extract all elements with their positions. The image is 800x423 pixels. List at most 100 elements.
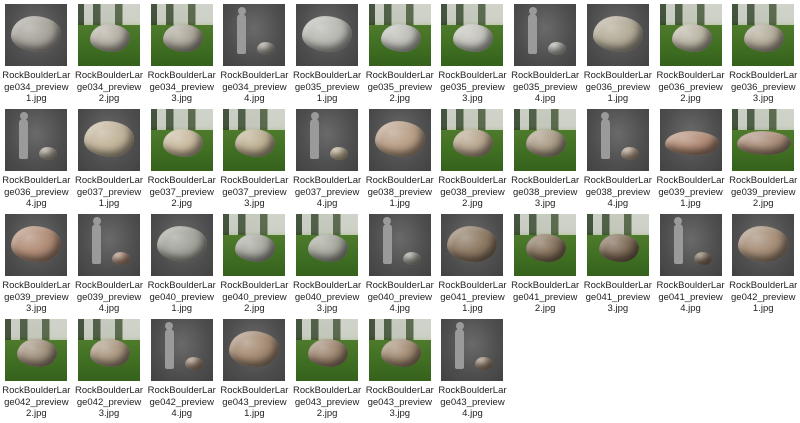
file-item[interactable]: RockBoulderLarge039_preview3.jpg <box>0 212 73 317</box>
file-name-label: RockBoulderLarge042_preview3.jpg <box>74 385 144 419</box>
file-item[interactable]: RockBoulderLarge039_preview4.jpg <box>73 212 146 317</box>
thumbnail-image[interactable] <box>732 214 795 276</box>
thumbnail-image[interactable] <box>5 4 68 66</box>
thumbnail-image[interactable] <box>78 319 141 381</box>
rock-preview-shape <box>402 252 421 265</box>
thumbnail-image[interactable] <box>150 109 213 171</box>
file-item[interactable]: RockBoulderLarge041_preview2.jpg <box>509 212 582 317</box>
file-item[interactable]: RockBoulderLarge041_preview1.jpg <box>436 212 509 317</box>
thumbnail-image[interactable] <box>514 109 577 171</box>
file-item[interactable]: RockBoulderLarge034_preview4.jpg <box>218 2 291 107</box>
file-name-label: RockBoulderLarge037_preview2.jpg <box>147 175 216 209</box>
thumbnail-image[interactable] <box>5 319 68 381</box>
file-item[interactable]: RockBoulderLarge036_preview4.jpg <box>0 107 73 212</box>
file-name-label: RockBoulderLarge041_preview3.jpg <box>583 280 652 314</box>
thumbnail-image[interactable] <box>659 4 722 66</box>
file-name-label: RockBoulderLarge042_preview4.jpg <box>147 385 216 419</box>
thumbnail-image[interactable] <box>296 319 359 381</box>
file-item[interactable]: RockBoulderLarge043_preview2.jpg <box>291 317 364 422</box>
thumbnail-image[interactable] <box>586 109 649 171</box>
file-item[interactable]: RockBoulderLarge036_preview2.jpg <box>654 2 727 107</box>
rock-preview-shape <box>453 129 494 157</box>
thumbnail-image[interactable] <box>732 109 795 171</box>
thumbnail-image[interactable] <box>514 4 577 66</box>
file-name-label: RockBoulderLarge034_preview1.jpg <box>2 70 71 104</box>
file-item[interactable]: RockBoulderLarge035_preview2.jpg <box>363 2 436 107</box>
thumbnail-image[interactable] <box>5 214 68 276</box>
file-item[interactable]: RockBoulderLarge043_preview4.jpg <box>436 317 509 422</box>
file-name-label: RockBoulderLarge040_preview1.jpg <box>147 280 216 314</box>
file-item[interactable]: RockBoulderLarge040_preview3.jpg <box>291 212 364 317</box>
rock-preview-shape <box>475 357 494 370</box>
thumbnail-image[interactable] <box>441 214 504 276</box>
rock-preview-shape <box>84 121 135 157</box>
thumbnail-image[interactable] <box>368 214 431 276</box>
thumbnail-image[interactable] <box>659 109 722 171</box>
thumbnail-image[interactable] <box>223 109 286 171</box>
thumbnail-image[interactable] <box>586 4 649 66</box>
file-item[interactable]: RockBoulderLarge037_preview3.jpg <box>218 107 291 212</box>
thumbnail-image[interactable] <box>586 214 649 276</box>
thumbnail-image[interactable] <box>368 109 431 171</box>
thumbnail-image[interactable] <box>296 109 359 171</box>
file-item[interactable]: RockBoulderLarge035_preview3.jpg <box>436 2 509 107</box>
file-name-label: RockBoulderLarge038_preview1.jpg <box>365 175 434 209</box>
thumbnail-image[interactable] <box>732 4 795 66</box>
file-name-label: RockBoulderLarge036_preview2.jpg <box>656 70 725 104</box>
thumbnail-image[interactable] <box>150 4 213 66</box>
file-item[interactable]: RockBoulderLarge037_preview2.jpg <box>145 107 218 212</box>
thumbnail-image[interactable] <box>296 4 359 66</box>
thumbnail-image[interactable] <box>441 319 504 381</box>
file-item[interactable]: RockBoulderLarge039_preview1.jpg <box>654 107 727 212</box>
thumbnail-image[interactable] <box>78 214 141 276</box>
thumbnail-image[interactable] <box>78 109 141 171</box>
thumbnail-image[interactable] <box>441 109 504 171</box>
file-item[interactable]: RockBoulderLarge036_preview3.jpg <box>727 2 800 107</box>
file-name-label: RockBoulderLarge041_preview2.jpg <box>511 280 580 314</box>
file-name-label: RockBoulderLarge039_preview3.jpg <box>2 280 71 314</box>
file-item[interactable]: RockBoulderLarge043_preview1.jpg <box>218 317 291 422</box>
thumbnail-image[interactable] <box>368 4 431 66</box>
file-item[interactable]: RockBoulderLarge042_preview3.jpg <box>73 317 146 422</box>
rock-preview-shape <box>90 339 131 367</box>
file-item[interactable]: RockBoulderLarge039_preview2.jpg <box>727 107 800 212</box>
file-item[interactable]: RockBoulderLarge041_preview3.jpg <box>582 212 655 317</box>
file-item[interactable]: RockBoulderLarge042_preview4.jpg <box>145 317 218 422</box>
thumbnail-image[interactable] <box>441 4 504 66</box>
file-item[interactable]: RockBoulderLarge040_preview1.jpg <box>145 212 218 317</box>
thumbnail-image[interactable] <box>223 214 286 276</box>
file-name-label: RockBoulderLarge043_preview3.jpg <box>365 385 434 419</box>
file-item[interactable]: RockBoulderLarge036_preview1.jpg <box>582 2 655 107</box>
thumbnail-image[interactable] <box>659 214 722 276</box>
thumbnail-image[interactable] <box>223 319 286 381</box>
file-item[interactable]: RockBoulderLarge040_preview2.jpg <box>218 212 291 317</box>
file-name-label: RockBoulderLarge041_preview1.jpg <box>438 280 507 314</box>
thumbnail-image[interactable] <box>150 319 213 381</box>
file-item[interactable]: RockBoulderLarge035_preview1.jpg <box>291 2 364 107</box>
file-item[interactable]: RockBoulderLarge042_preview2.jpg <box>0 317 73 422</box>
file-item[interactable]: RockBoulderLarge037_preview1.jpg <box>73 107 146 212</box>
file-item[interactable]: RockBoulderLarge034_preview3.jpg <box>145 2 218 107</box>
thumbnail-image[interactable] <box>150 214 213 276</box>
thumbnail-image[interactable] <box>514 214 577 276</box>
file-item[interactable]: RockBoulderLarge042_preview1.jpg <box>727 212 800 317</box>
file-item[interactable]: RockBoulderLarge038_preview1.jpg <box>363 107 436 212</box>
file-name-label: RockBoulderLarge035_preview4.jpg <box>511 70 580 104</box>
file-item[interactable]: RockBoulderLarge038_preview2.jpg <box>436 107 509 212</box>
thumbnail-image[interactable] <box>223 4 286 66</box>
file-item[interactable]: RockBoulderLarge035_preview4.jpg <box>509 2 582 107</box>
file-item[interactable]: RockBoulderLarge043_preview3.jpg <box>363 317 436 422</box>
file-item[interactable]: RockBoulderLarge034_preview2.jpg <box>73 2 146 107</box>
file-item[interactable]: RockBoulderLarge038_preview3.jpg <box>509 107 582 212</box>
thumbnail-image[interactable] <box>296 214 359 276</box>
file-item[interactable]: RockBoulderLarge040_preview4.jpg <box>363 212 436 317</box>
rock-preview-shape <box>184 357 203 370</box>
thumbnail-image[interactable] <box>78 4 141 66</box>
thumbnail-image[interactable] <box>368 319 431 381</box>
file-item[interactable]: RockBoulderLarge038_preview4.jpg <box>582 107 655 212</box>
file-item[interactable]: RockBoulderLarge034_preview1.jpg <box>0 2 73 107</box>
file-item[interactable]: RockBoulderLarge041_preview4.jpg <box>654 212 727 317</box>
file-item[interactable]: RockBoulderLarge037_preview4.jpg <box>291 107 364 212</box>
thumbnail-image[interactable] <box>5 109 68 171</box>
file-name-label: RockBoulderLarge036_preview3.jpg <box>729 70 798 104</box>
